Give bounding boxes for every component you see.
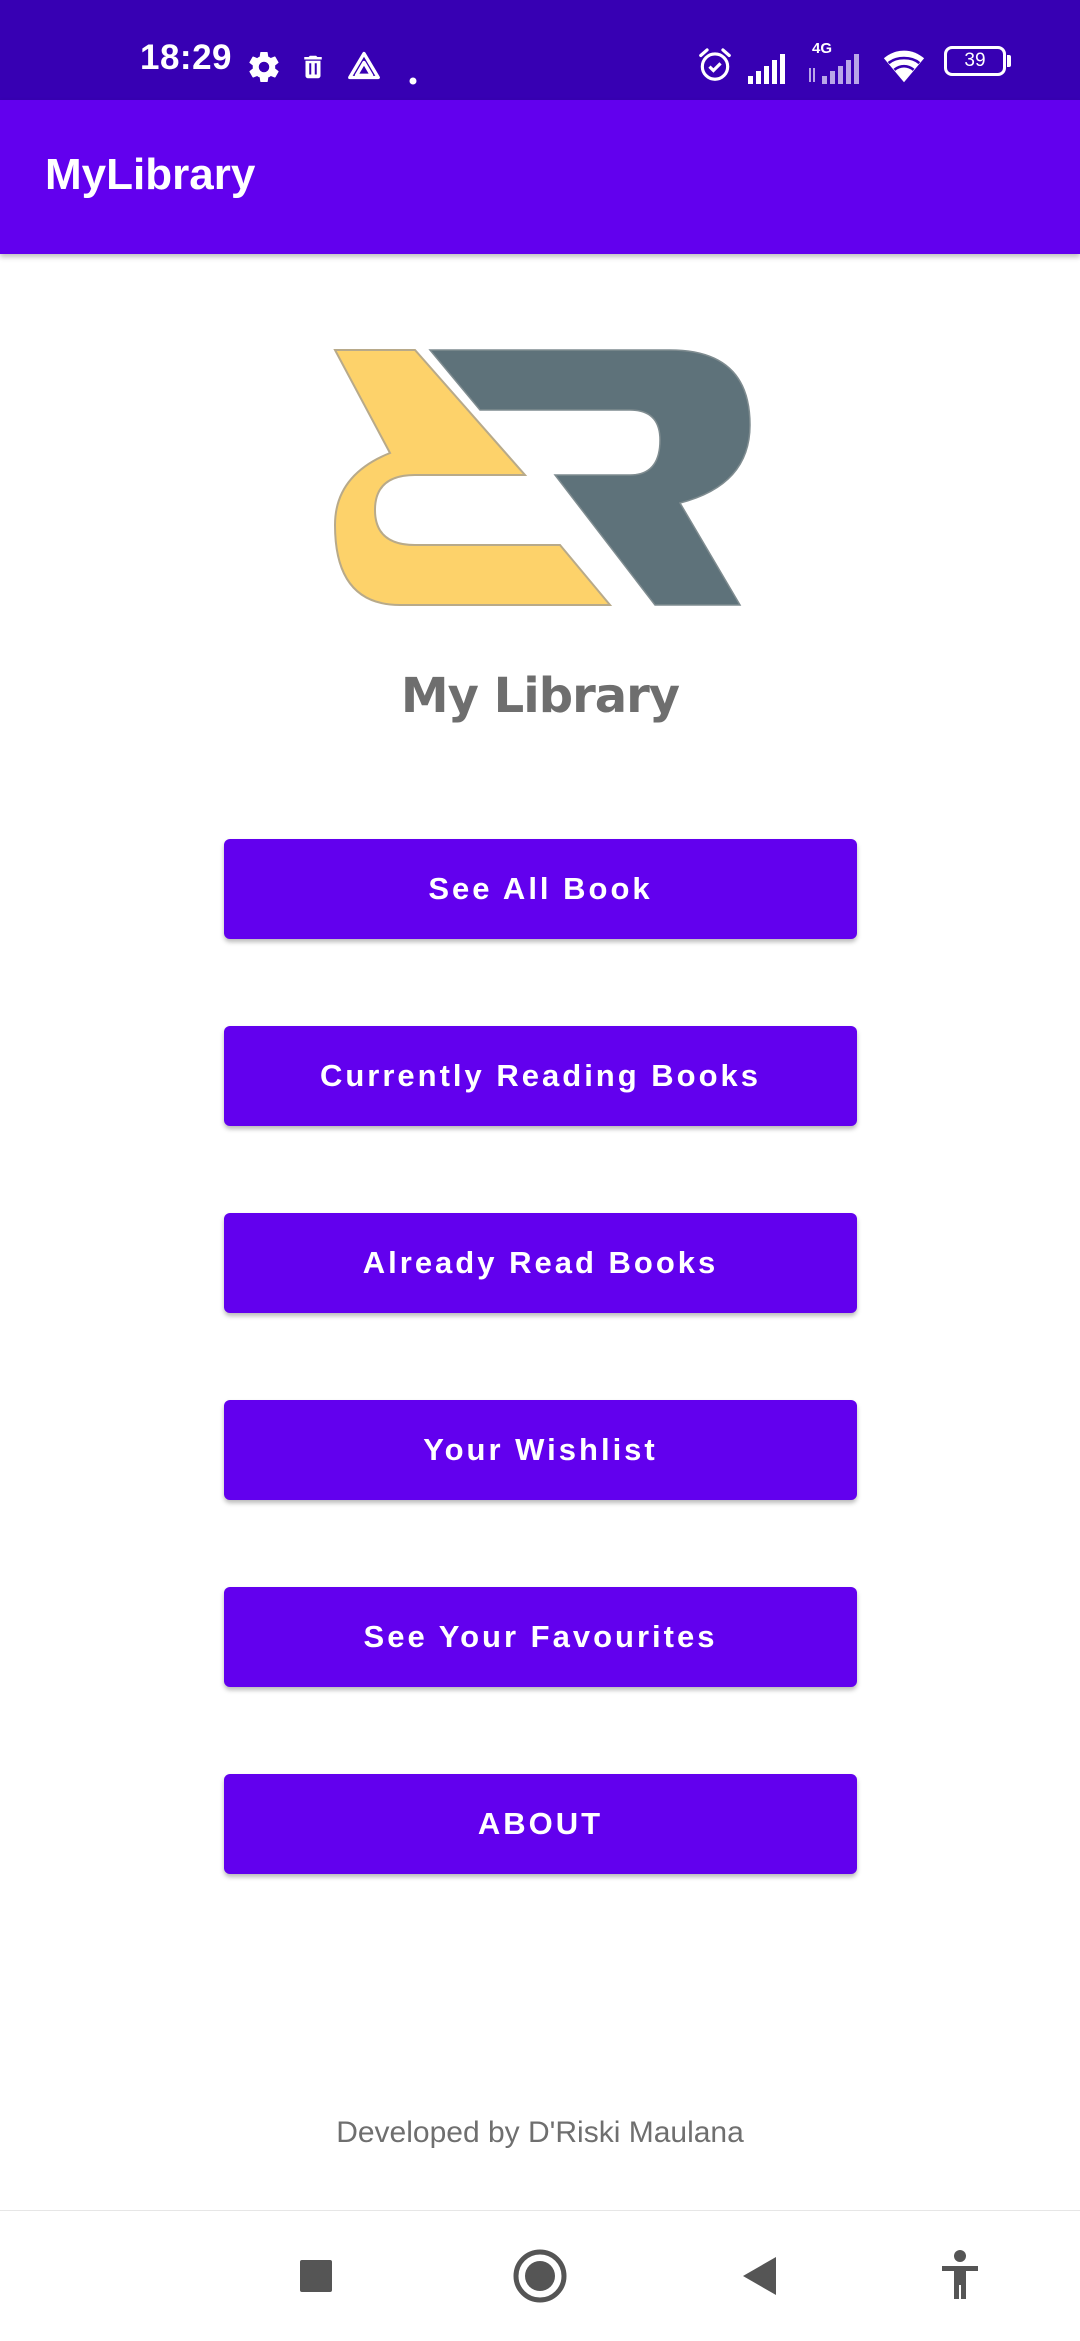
signal-icon — [748, 54, 785, 84]
see-all-books-button[interactable]: See All Book — [224, 839, 857, 939]
app-bar: MyLibrary — [0, 100, 1080, 254]
home-icon[interactable] — [505, 2241, 575, 2311]
battery-icon: 39 — [944, 46, 1006, 76]
navigation-bar — [0, 2210, 1080, 2341]
app-title: MyLibrary — [45, 150, 256, 199]
wifi-icon — [883, 50, 925, 83]
alarm-icon — [699, 48, 731, 81]
status-bar: 18:29 4G 39 — [0, 0, 1080, 100]
status-time: 18:29 — [140, 38, 233, 77]
currently-reading-button[interactable]: Currently Reading Books — [224, 1026, 857, 1126]
trash-icon — [304, 55, 322, 79]
battery-tip — [1007, 55, 1011, 67]
library-logo — [333, 349, 751, 606]
wishlist-button[interactable]: Your Wishlist — [224, 1400, 857, 1500]
recents-icon[interactable] — [281, 2241, 351, 2311]
back-icon[interactable] — [726, 2241, 796, 2311]
signal-4g-icon — [809, 54, 859, 84]
developer-credit: Developed by D'Riski Maulana — [336, 2116, 744, 2149]
about-button[interactable]: ABOUT — [224, 1774, 857, 1874]
already-read-button[interactable]: Already Read Books — [224, 1213, 857, 1313]
drive-icon — [348, 51, 380, 80]
settings-icon — [249, 52, 279, 83]
dot-icon — [409, 77, 417, 85]
logo-title: My Library — [400, 668, 680, 724]
accessibility-icon[interactable] — [925, 2241, 995, 2311]
battery-level: 39 — [964, 50, 986, 71]
favourites-button[interactable]: See Your Favourites — [224, 1587, 857, 1687]
